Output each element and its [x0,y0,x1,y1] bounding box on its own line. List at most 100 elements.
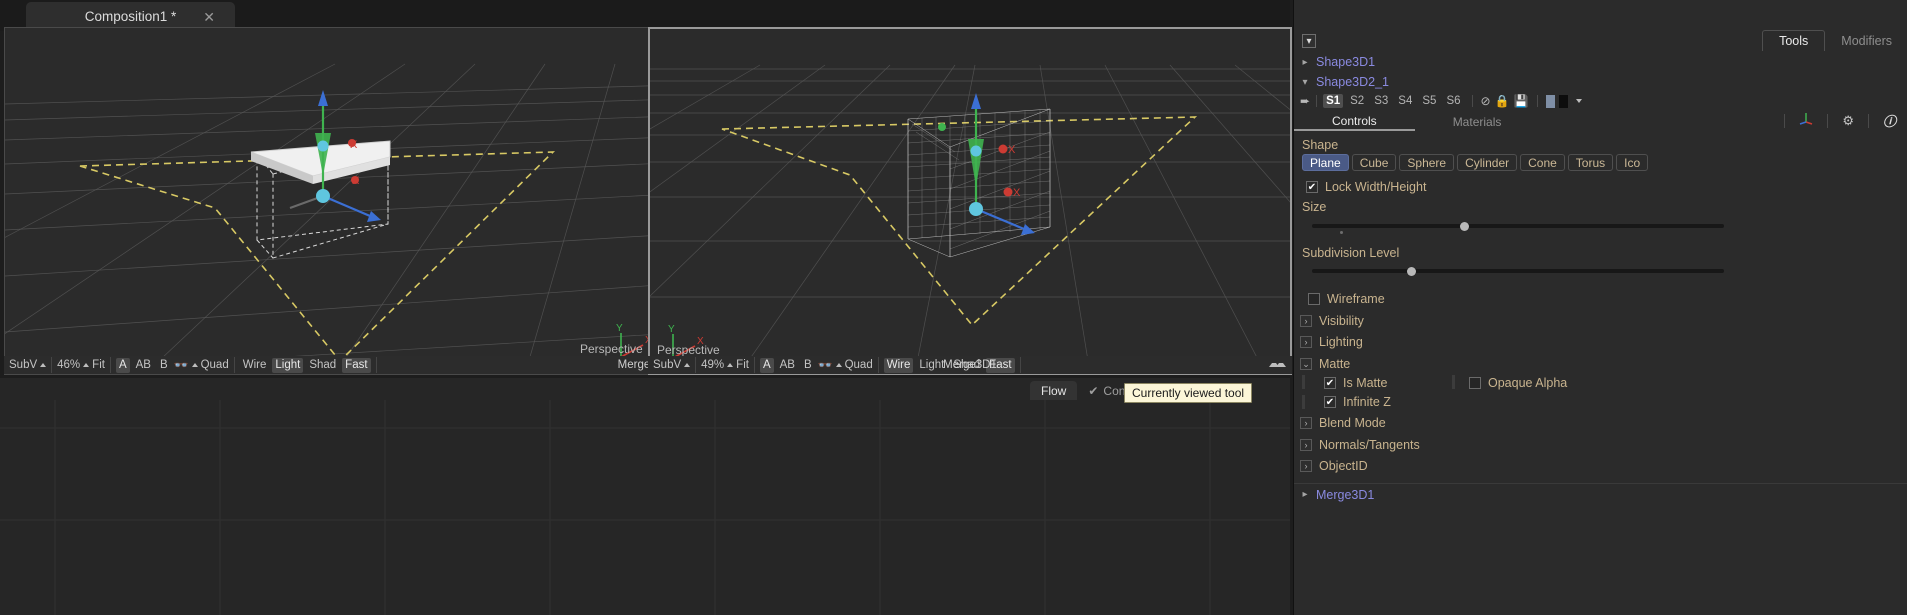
chevron-right-icon[interactable]: › [1300,460,1312,472]
zoom-group[interactable]: 46% Fit [52,357,111,373]
chevron-up-icon[interactable] [835,363,842,367]
close-icon[interactable]: ✕ [203,9,215,26]
render-wire-button[interactable]: Wire [240,358,270,373]
pin-icon[interactable]: ➨ [1300,94,1310,108]
lock-icon[interactable]: 🔒 [1495,94,1510,108]
subdivision-slider-knob[interactable] [1407,266,1416,276]
axis-3d-icon[interactable] [1799,111,1813,130]
render-shad-button[interactable]: Shad [950,358,983,373]
chevron-down-icon[interactable]: ▾ [1300,77,1310,88]
node-row-shape3d2-1[interactable]: ▾ Shape3D2_1 [1294,72,1907,92]
render-fast-button[interactable]: Fast [986,357,1015,373]
disable-icon[interactable]: ⊘ [1481,94,1491,108]
chevron-down-icon[interactable]: ⌄ [1300,358,1312,370]
chevron-right-icon[interactable]: › [1300,439,1312,451]
viewport-right[interactable]: X X Y X Z Perspective [648,27,1292,375]
chevron-up-icon[interactable] [83,363,90,367]
chevron-right-icon[interactable]: › [1300,417,1312,429]
shape-option-group: Plane Cube Sphere Cylinder Cone Torus Ic… [1302,154,1649,171]
flow-canvas[interactable] [0,400,1290,615]
save-icon[interactable]: 💾 [1514,94,1529,108]
tab-flow[interactable]: Flow [1030,381,1078,400]
quality-ab-button[interactable]: AB [777,358,798,373]
render-shad-button[interactable]: Shad [306,358,339,373]
state-s1-button[interactable]: S1 [1323,94,1344,108]
quality-ab-button[interactable]: AB [133,358,154,373]
quality-group[interactable]: A AB B 👓 Quad [111,357,235,373]
lock-width-height-row[interactable]: ✔ Lock Width/Height [1306,180,1426,194]
shape-plane-button[interactable]: Plane [1302,154,1349,171]
color-swatch[interactable] [1545,94,1555,108]
section-matte[interactable]: ⌄ Matte [1300,357,1350,371]
node-row-merge3d1[interactable]: ▸ Merge3D1 [1294,483,1907,505]
viewport-right-menu-icon[interactable] [1276,363,1286,367]
section-normals-tangents-label: Normals/Tangents [1319,438,1420,452]
opaque-alpha-checkbox[interactable] [1469,377,1481,389]
chevron-right-icon[interactable]: › [1300,315,1312,327]
section-objectid[interactable]: › ObjectID [1300,459,1368,473]
state-s3-button[interactable]: S3 [1371,94,1391,108]
shape-cylinder-button[interactable]: Cylinder [1457,154,1518,171]
quality-a-button[interactable]: A [115,357,130,373]
section-blend-mode[interactable]: › Blend Mode [1300,416,1386,430]
tab-controls[interactable]: Controls [1294,113,1415,131]
is-matte-row[interactable]: ✔ Is Matte [1324,376,1387,390]
chevron-right-icon[interactable]: › [1300,336,1312,348]
chevron-up-icon[interactable] [191,363,198,367]
render-mode-group[interactable]: Wire Light Shad Fast [235,357,377,373]
color-swatch-dark[interactable] [1558,94,1568,108]
zoom-group[interactable]: 49% Fit [696,357,755,373]
quality-b-button[interactable]: B [801,358,815,373]
chevron-right-icon[interactable]: ▸ [1300,57,1310,68]
shape-ico-button[interactable]: Ico [1616,154,1649,171]
state-s5-button[interactable]: S5 [1419,94,1439,108]
shape-cone-button[interactable]: Cone [1520,154,1565,171]
wireframe-checkbox[interactable] [1308,293,1320,305]
state-s6-button[interactable]: S6 [1443,94,1463,108]
shape-torus-button[interactable]: Torus [1567,154,1614,171]
gear-icon[interactable]: ⚙ [1842,113,1854,129]
quality-a-button[interactable]: A [759,357,774,373]
tab-materials[interactable]: Materials [1415,113,1540,131]
node-row-shape3d1[interactable]: ▸ Shape3D1 [1294,52,1907,72]
stereo-glasses-icon[interactable]: 👓 [818,358,833,372]
shape-sphere-button[interactable]: Sphere [1399,154,1455,171]
chevron-down-icon[interactable] [1575,99,1582,103]
chevron-right-icon[interactable]: ▸ [1300,489,1310,500]
section-lighting[interactable]: › Lighting [1300,335,1363,349]
stereo-glasses-icon[interactable]: 👓 [174,358,189,372]
chevron-up-icon[interactable] [727,363,734,367]
section-normals-tangents[interactable]: › Normals/Tangents [1300,438,1420,452]
render-light-button[interactable]: Light [916,358,947,373]
state-s2-button[interactable]: S2 [1347,94,1367,108]
fit-button[interactable]: Fit [736,359,749,371]
opaque-alpha-row[interactable]: Opaque Alpha [1469,376,1567,390]
quality-b-button[interactable]: B [157,358,171,373]
render-wire-button[interactable]: Wire [883,357,914,373]
state-s4-button[interactable]: S4 [1395,94,1415,108]
layout-quad-button[interactable]: Quad [201,359,229,371]
chevron-up-icon[interactable] [40,363,47,367]
tab-tools[interactable]: Tools [1762,30,1826,51]
shape-cube-button[interactable]: Cube [1351,154,1397,171]
layout-quad-button[interactable]: Quad [845,359,873,371]
section-visibility[interactable]: › Visibility [1300,314,1364,328]
render-light-button[interactable]: Light [272,357,304,373]
divider [1867,113,1869,128]
size-slider-knob[interactable] [1460,221,1469,231]
info-icon[interactable]: ⓘ [1883,111,1896,130]
wireframe-row[interactable]: Wireframe [1308,292,1385,306]
chevron-up-icon[interactable] [684,363,691,367]
lock-width-height-checkbox[interactable]: ✔ [1306,181,1318,193]
chevron-down-icon[interactable]: ▾ [1302,34,1316,48]
render-fast-button[interactable]: Fast [342,357,371,373]
quality-group[interactable]: A AB B 👓 Quad [755,357,879,373]
fit-button[interactable]: Fit [92,359,105,371]
infinite-z-checkbox[interactable]: ✔ [1324,396,1336,408]
render-mode-group[interactable]: Wire Light Shad Fast [879,357,1021,373]
subv-group[interactable]: SubV [648,357,697,373]
tab-modifiers[interactable]: Modifiers [1825,30,1907,51]
is-matte-checkbox[interactable]: ✔ [1324,377,1336,389]
subv-group[interactable]: SubV [4,357,53,373]
infinite-z-row[interactable]: ✔ Infinite Z [1324,395,1391,409]
